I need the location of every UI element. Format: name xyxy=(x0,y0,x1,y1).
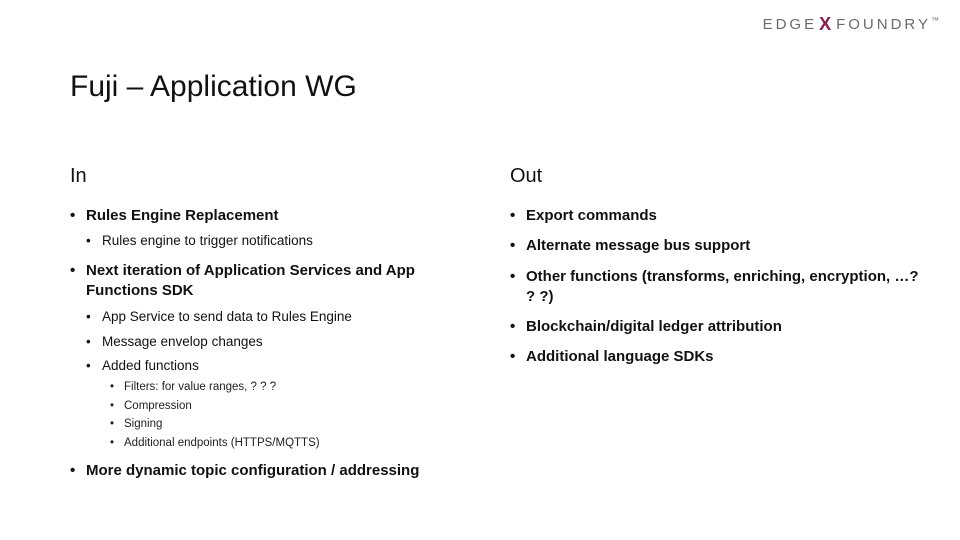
list-item: Other functions (transforms, enriching, … xyxy=(510,267,920,308)
in-list: Rules Engine Replacement Rules engine to… xyxy=(70,206,480,482)
list-item: Additional language SDKs xyxy=(510,347,920,367)
brand-logo: EDGEXFOUNDRY™ xyxy=(763,14,942,35)
slide: EDGEXFOUNDRY™ Fuji – Application WG In R… xyxy=(0,0,960,540)
out-list: Export commands Alternate message bus su… xyxy=(510,206,920,368)
col-out: Out Export commands Alternate message bu… xyxy=(510,165,920,492)
list-item: Compression xyxy=(110,399,480,415)
list-item: Next iteration of Application Services a… xyxy=(70,261,480,451)
col-in-head: In xyxy=(70,165,480,188)
brand-tm: ™ xyxy=(931,16,942,25)
brand-x-icon: X xyxy=(819,14,834,34)
list-item: Rules engine to trigger notifications xyxy=(86,232,480,251)
brand-foundry: FOUNDRY xyxy=(836,16,931,33)
list-item: App Service to send data to Rules Engine xyxy=(86,308,480,327)
list-item: Rules Engine Replacement Rules engine to… xyxy=(70,206,480,251)
list-item: Signing xyxy=(110,417,480,433)
col-out-head: Out xyxy=(510,165,920,188)
list-item: Added functions Filters: for value range… xyxy=(86,357,480,451)
list-item: Export commands xyxy=(510,206,920,226)
list-item: Blockchain/digital ledger attribution xyxy=(510,317,920,337)
list-item: More dynamic topic configuration / addre… xyxy=(70,461,480,481)
col-in: In Rules Engine Replacement Rules engine… xyxy=(70,165,480,492)
list-item: Alternate message bus support xyxy=(510,236,920,256)
list-item: Message envelop changes xyxy=(86,333,480,352)
slide-title: Fuji – Application WG xyxy=(70,70,357,104)
brand-edge: EDGE xyxy=(763,16,818,33)
columns: In Rules Engine Replacement Rules engine… xyxy=(70,165,920,492)
list-item: Additional endpoints (HTTPS/MQTTS) xyxy=(110,436,480,452)
list-item: Filters: for value ranges, ? ? ? xyxy=(110,380,480,396)
